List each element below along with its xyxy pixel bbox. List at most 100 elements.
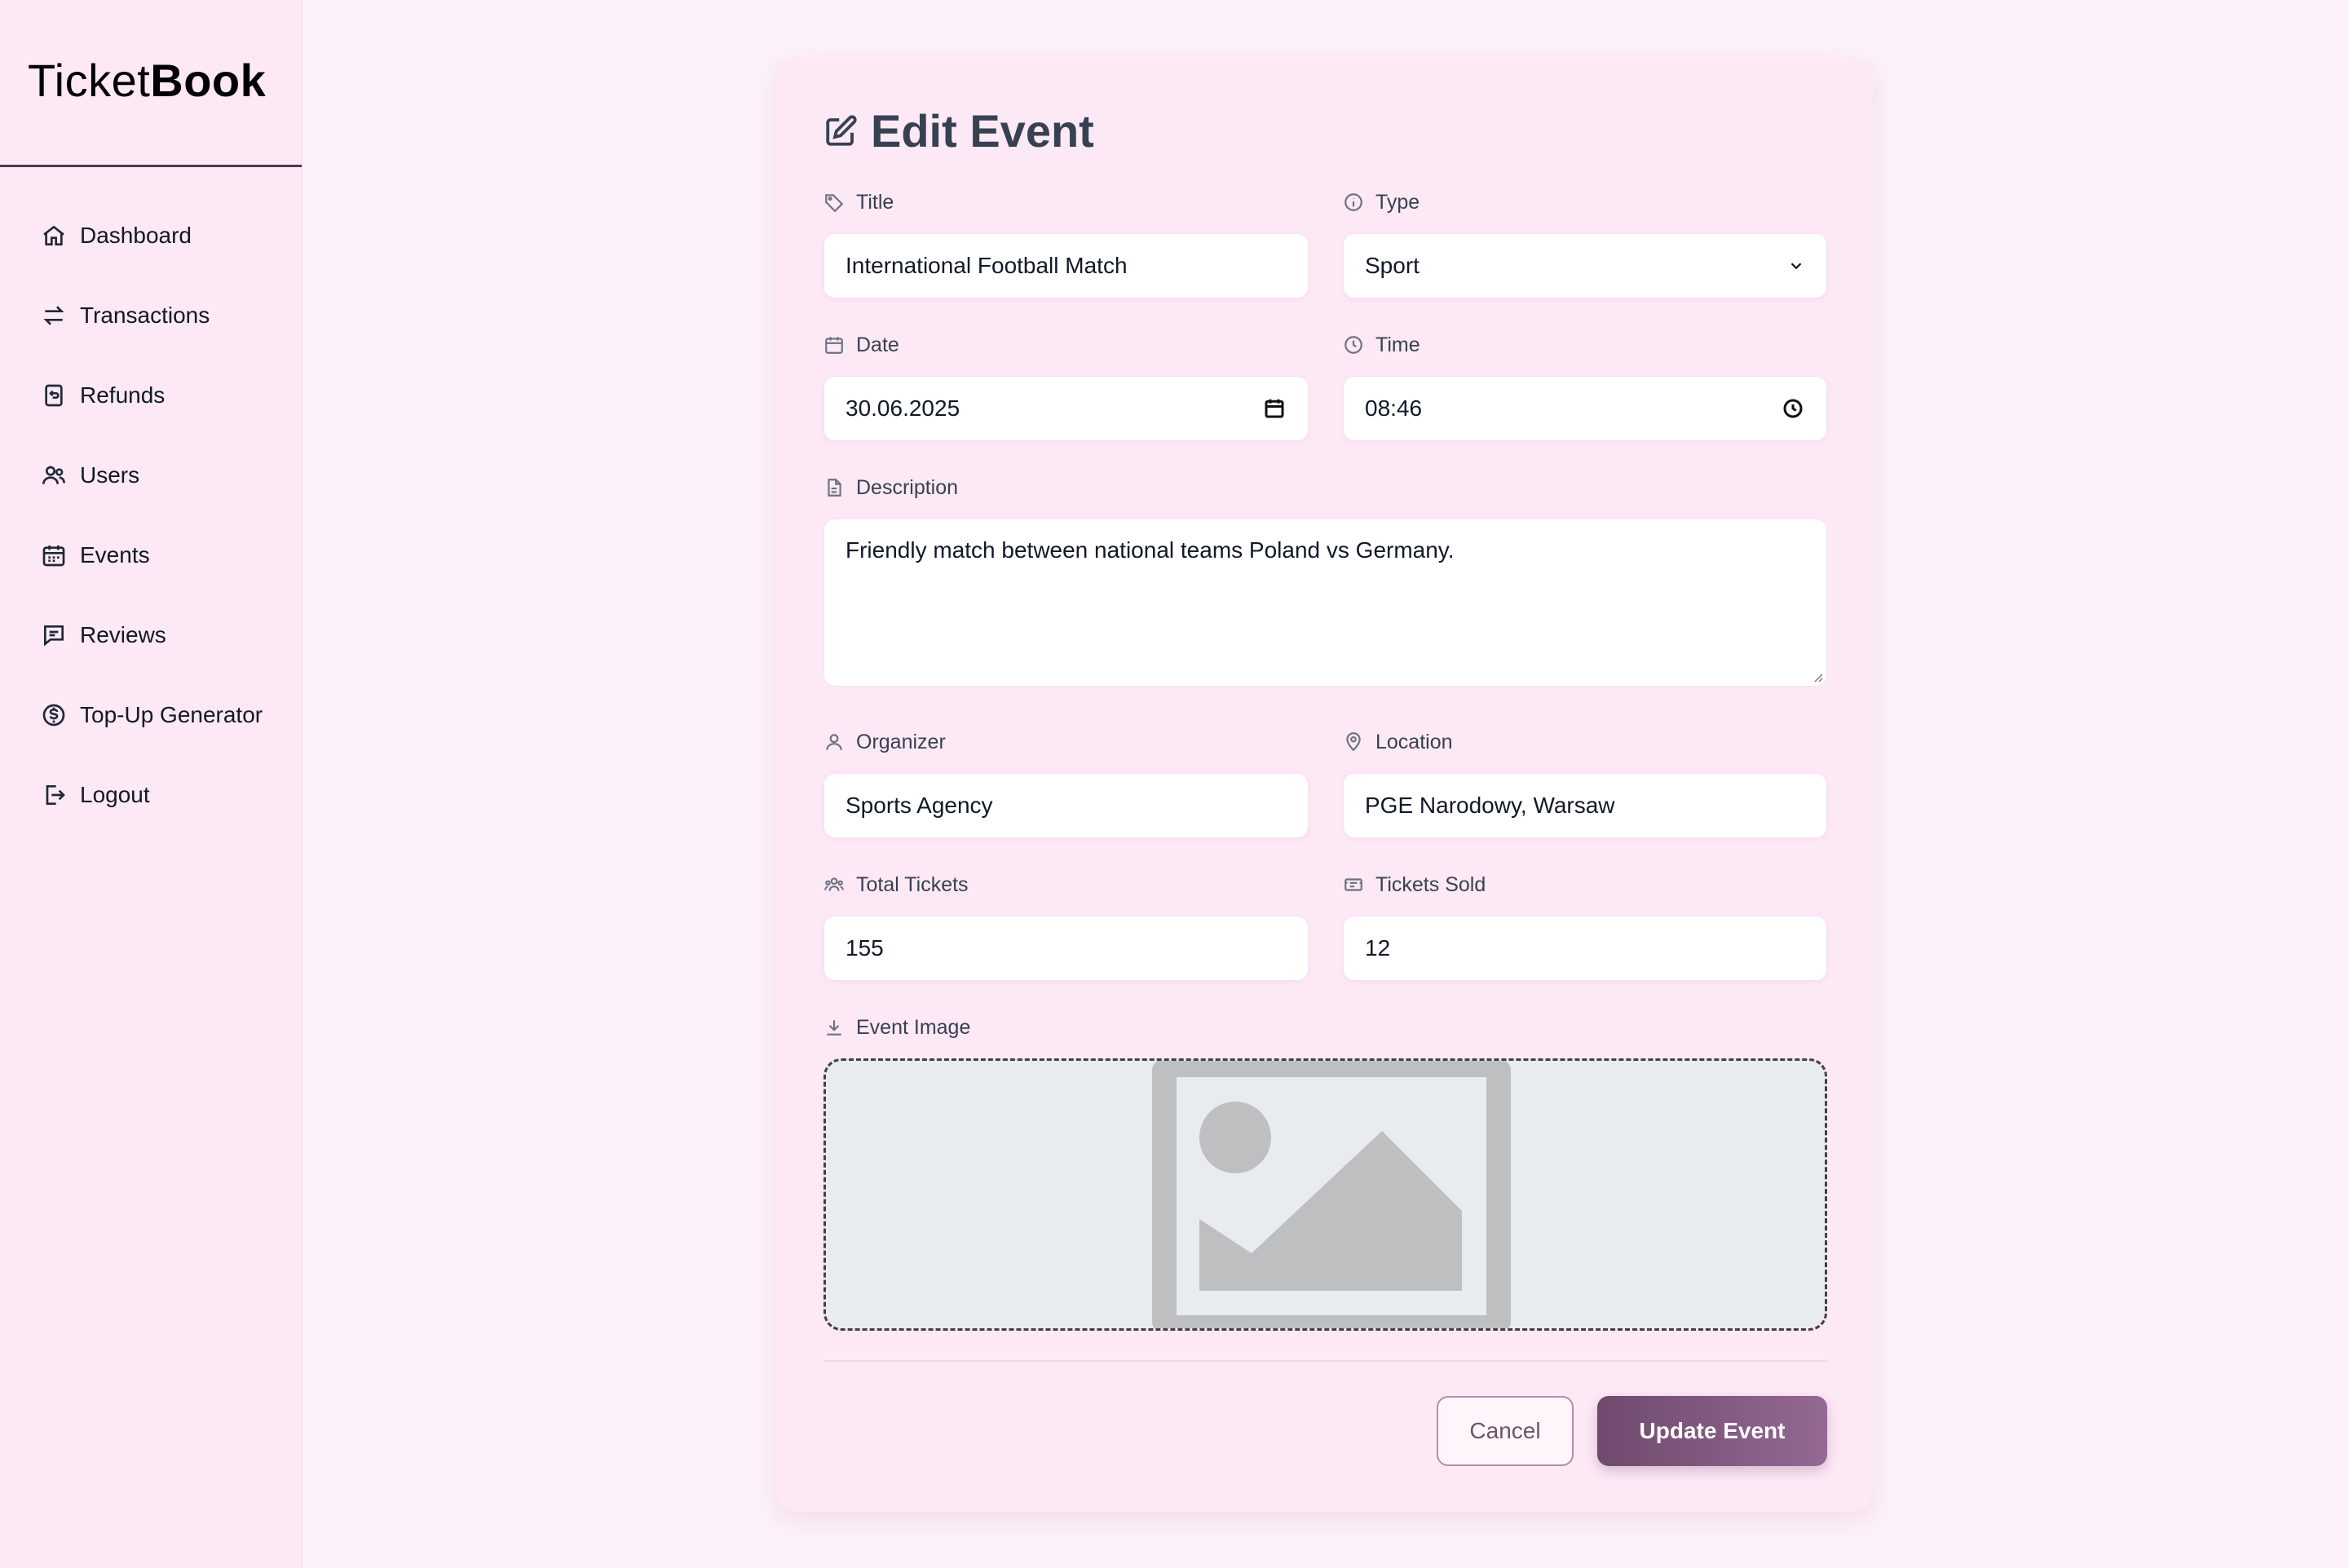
date-field: Date 30.06.2025 (823, 330, 1309, 441)
sidebar-item-users[interactable]: Users (0, 435, 302, 515)
sidebar-item-logout[interactable]: Logout (0, 755, 302, 835)
sidebar-item-label: Logout (80, 782, 150, 807)
tickets-sold-label: Tickets Sold (1343, 870, 1827, 899)
tickets-sold-field: Tickets Sold 12 (1343, 870, 1827, 981)
title-field: Title International Football Match (823, 188, 1309, 298)
organizer-input-value: Sports Agency (846, 793, 993, 818)
sidebar-item-label: Transactions (80, 303, 210, 328)
type-select-value: Sport (1365, 253, 1420, 278)
calendar-icon (41, 542, 67, 568)
cancel-button[interactable]: Cancel (1437, 1396, 1574, 1466)
description-field: Description Friendly match between natio… (823, 473, 1827, 687)
total-tickets-input[interactable]: 155 (823, 916, 1309, 981)
location-label: Location (1343, 727, 1827, 757)
chevron-down-icon (1790, 263, 1802, 270)
organizer-label-text: Organizer (856, 730, 946, 753)
event-image-field: Event Image (823, 1013, 1827, 1331)
sidebar-nav: Dashboard Transactions Refunds Users Eve… (0, 196, 302, 835)
map-pin-icon (1346, 732, 1361, 752)
edit-event-card: Edit Event Title International Football … (776, 57, 1873, 1512)
time-label-text: Time (1375, 333, 1420, 356)
description-textarea-value: Friendly match between national teams Po… (846, 537, 1455, 563)
users-icon (41, 462, 67, 488)
sidebar-item-events[interactable]: Events (0, 515, 302, 595)
description-label: Description (823, 473, 1827, 502)
event-image-label: Event Image (823, 1013, 1827, 1042)
sidebar-item-label: Dashboard (80, 223, 192, 248)
organizer-field: Organizer Sports Agency (823, 727, 1309, 838)
resize-handle-icon[interactable] (1812, 671, 1823, 682)
organizer-label: Organizer (823, 727, 1309, 757)
download-icon (827, 1020, 841, 1036)
sidebar: TicketBook Dashboard Transactions Refund… (0, 0, 302, 1568)
sidebar-item-dashboard[interactable]: Dashboard (0, 196, 302, 276)
clock-picker-icon[interactable] (1781, 396, 1805, 421)
sidebar-item-top-up-generator[interactable]: Top-Up Generator (0, 675, 302, 755)
ticket-icon (1344, 878, 1362, 891)
chat-icon (41, 622, 67, 648)
total-tickets-label-text: Total Tickets (856, 872, 969, 896)
sidebar-item-label: Refunds (80, 382, 166, 408)
title-label-text: Title (856, 190, 894, 214)
type-select[interactable]: Sport (1343, 233, 1827, 298)
home-icon (41, 223, 67, 249)
logout-icon (41, 782, 67, 808)
tag-icon (825, 194, 844, 213)
tickets-sold-input[interactable]: 12 (1343, 916, 1827, 981)
sidebar-item-reviews[interactable]: Reviews (0, 595, 302, 675)
calendar-picker-icon[interactable] (1262, 396, 1287, 421)
clock-icon (1344, 336, 1362, 354)
sidebar-item-label: Reviews (80, 622, 166, 647)
location-input[interactable]: PGE Narodowy, Warsaw (1343, 773, 1827, 838)
description-label-text: Description (856, 475, 959, 499)
event-image-label-text: Event Image (856, 1015, 971, 1039)
calendar-icon (825, 337, 843, 354)
organizer-input[interactable]: Sports Agency (823, 773, 1309, 838)
tickets-sold-label-text: Tickets Sold (1375, 872, 1486, 896)
date-label: Date (823, 330, 1309, 360)
info-icon (1344, 193, 1362, 211)
page-title: Edit Event (823, 104, 1094, 157)
title-input[interactable]: International Football Match (823, 233, 1309, 298)
users-group-icon (824, 877, 844, 891)
date-input[interactable]: 30.06.2025 (823, 376, 1309, 441)
date-input-value: 30.06.2025 (846, 395, 960, 421)
title-input-value: International Football Match (846, 253, 1128, 278)
sidebar-item-label: Users (80, 462, 140, 488)
logo-text-light: Ticket (28, 55, 151, 106)
dollar-circle-icon (41, 702, 67, 728)
location-label-text: Location (1375, 730, 1453, 753)
type-field: Type Sport (1343, 188, 1827, 298)
time-label: Time (1343, 330, 1827, 360)
update-event-button[interactable]: Update Event (1597, 1396, 1827, 1466)
edit-icon (826, 114, 857, 146)
description-textarea[interactable]: Friendly match between national teams Po… (823, 519, 1827, 687)
sidebar-item-label: Events (80, 542, 150, 568)
sidebar-item-label: Top-Up Generator (80, 702, 263, 727)
page-title-text: Edit Event (871, 105, 1094, 157)
sidebar-item-transactions[interactable]: Transactions (0, 276, 302, 356)
type-label-text: Type (1375, 190, 1420, 214)
sidebar-item-refunds[interactable]: Refunds (0, 356, 302, 435)
total-tickets-input-value: 155 (846, 935, 884, 961)
location-field: Location PGE Narodowy, Warsaw (1343, 727, 1827, 838)
time-input-value: 08:46 (1365, 395, 1423, 421)
app-logo[interactable]: TicketBook (28, 54, 266, 107)
type-label: Type (1343, 188, 1827, 217)
time-field: Time 08:46 (1343, 330, 1827, 441)
logo-text-bold: Book (150, 55, 267, 106)
total-tickets-label: Total Tickets (823, 870, 1309, 899)
date-label-text: Date (856, 333, 899, 356)
document-icon (828, 479, 841, 497)
total-tickets-field: Total Tickets 155 (823, 870, 1309, 981)
arrows-swap-icon (41, 303, 67, 329)
title-label: Title (823, 188, 1309, 217)
tickets-sold-input-value: 12 (1365, 935, 1391, 961)
event-image-dropzone[interactable] (823, 1058, 1827, 1331)
image-placeholder-icon (1152, 1061, 1511, 1328)
footer-divider (823, 1360, 1827, 1362)
sidebar-divider (0, 165, 302, 167)
receipt-refund-icon (41, 382, 67, 409)
user-icon (826, 734, 842, 750)
time-input[interactable]: 08:46 (1343, 376, 1827, 441)
